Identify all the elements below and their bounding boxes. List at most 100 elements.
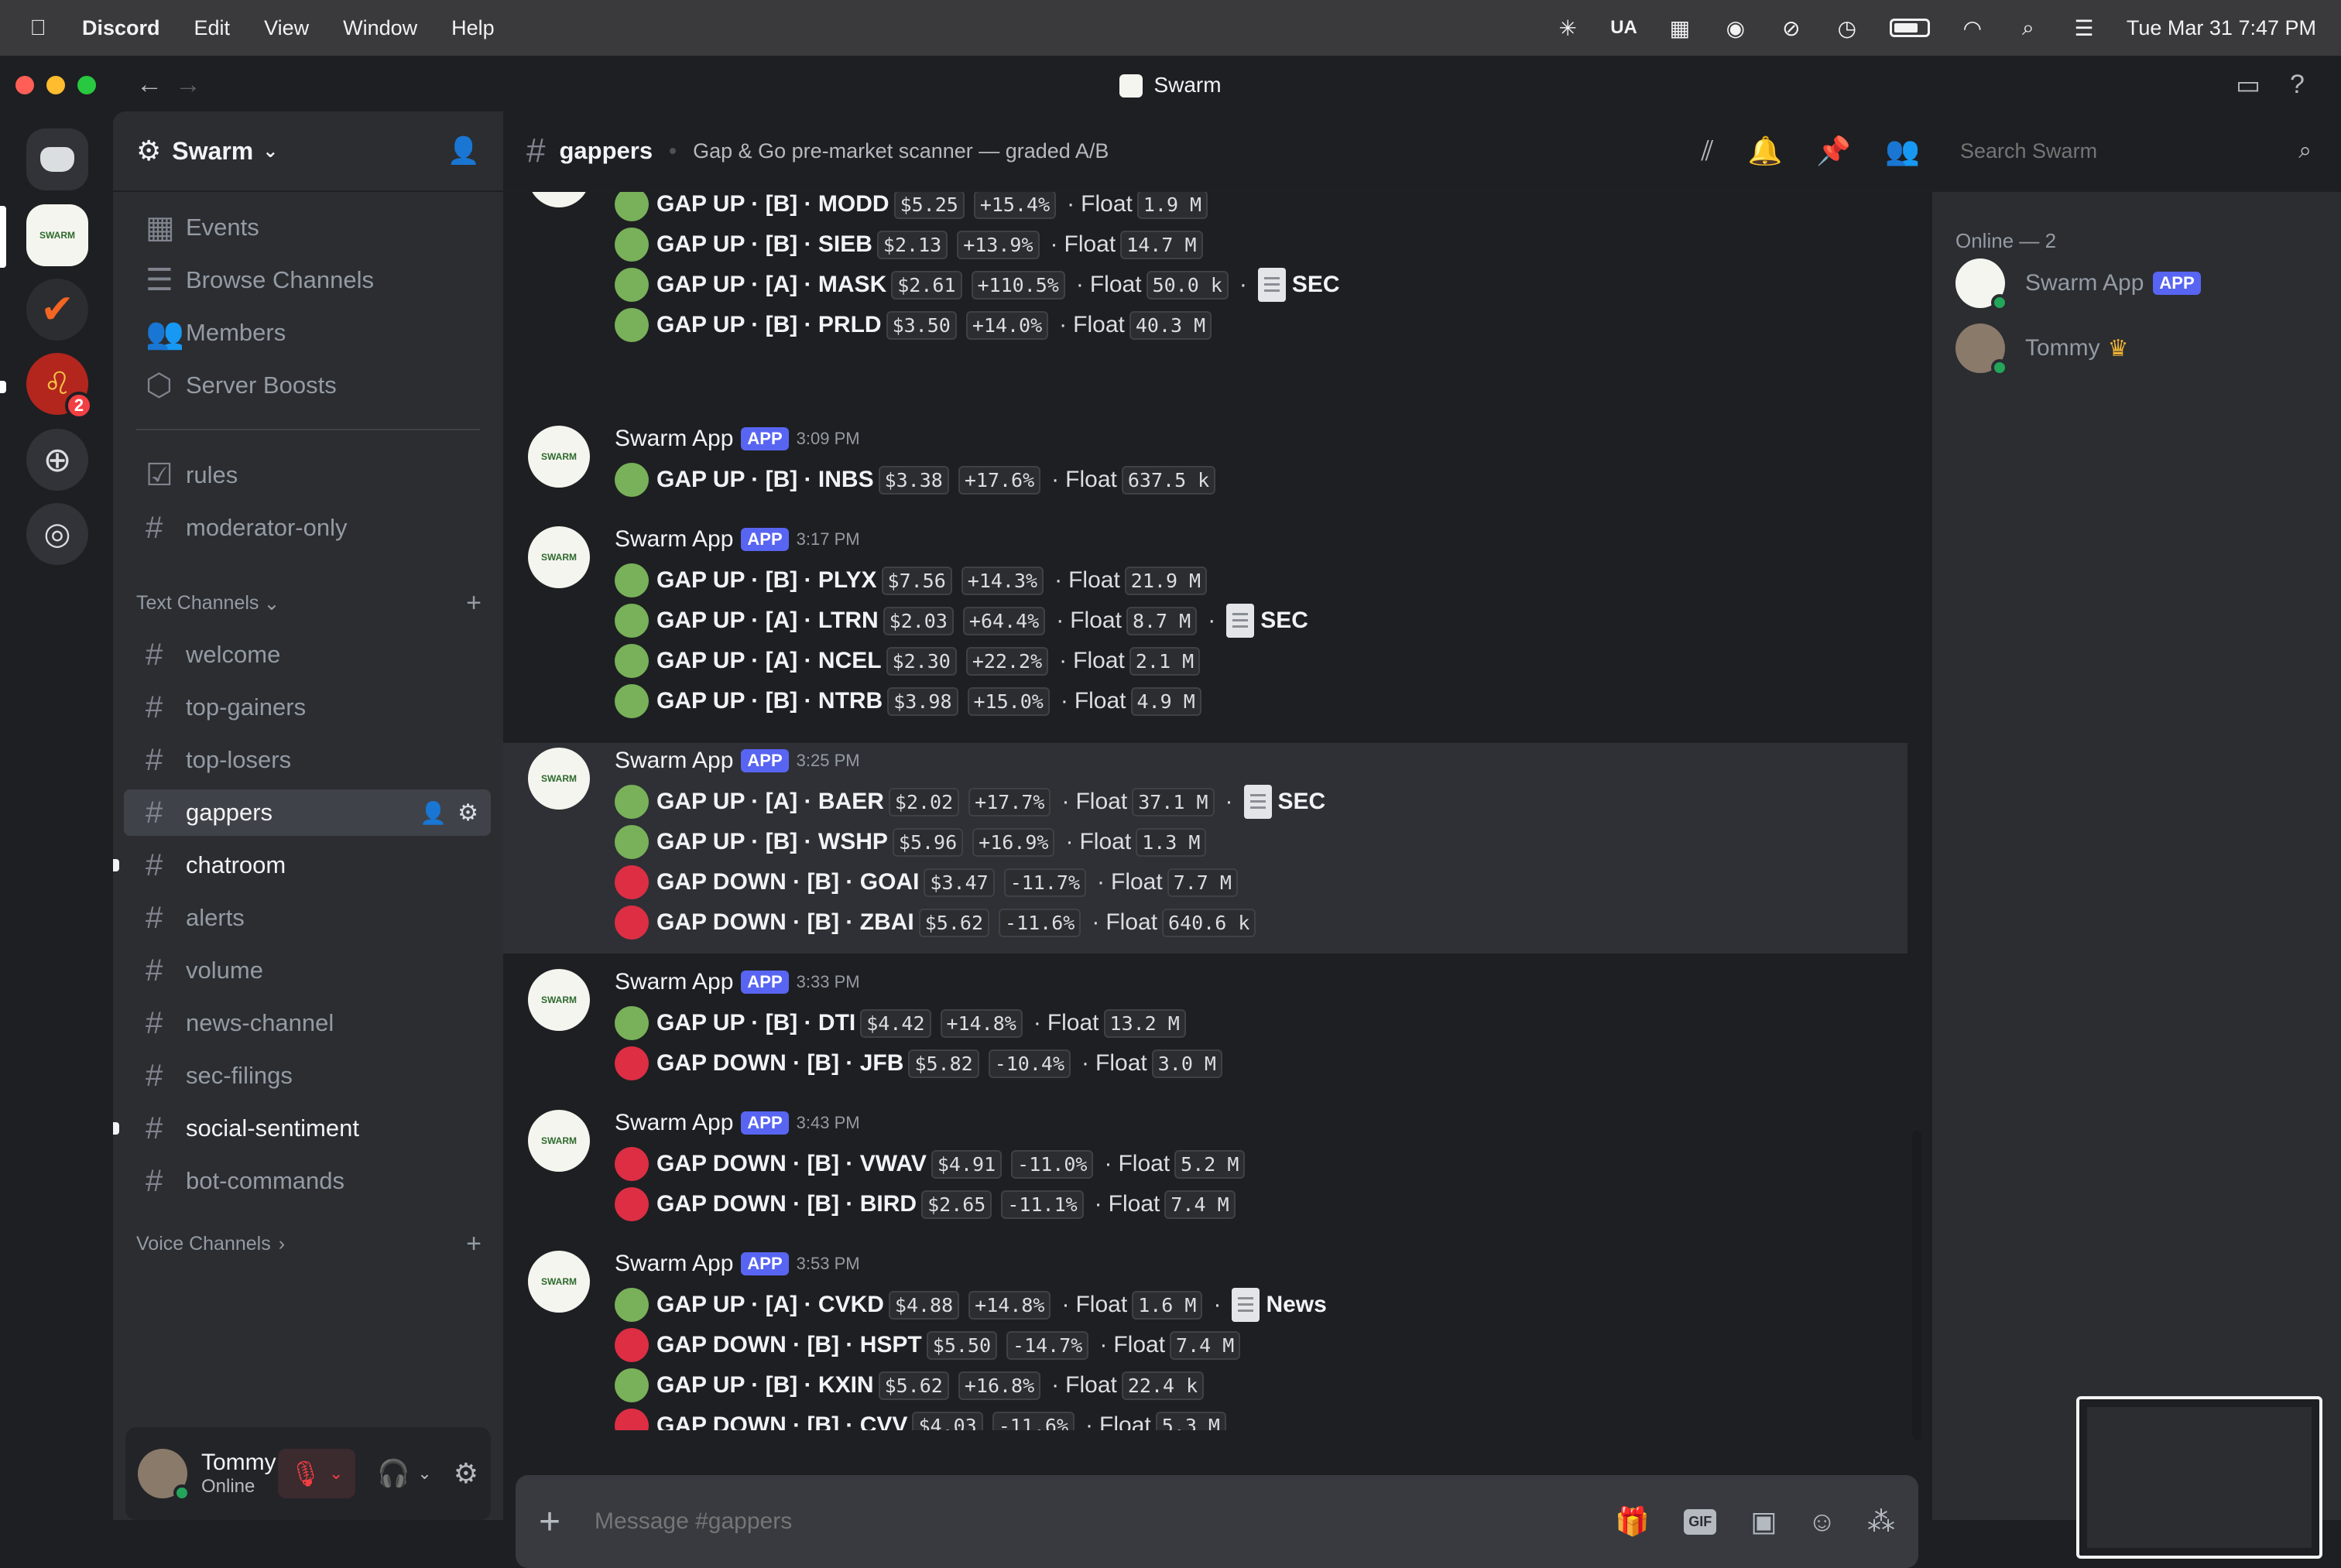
screenshot-thumbnail-preview[interactable] [2076,1396,2322,1559]
server-lion[interactable]: ♌ 2 [26,353,93,419]
channel-bot-commands[interactable]: # bot-commands [124,1158,491,1204]
timestamp[interactable]: 3:17 PM [797,529,860,549]
wifi-icon[interactable]: ◠ [1959,15,1986,41]
avatar[interactable] [138,1449,190,1501]
category-text-channels[interactable]: Text Channels ⌄ + [136,588,482,618]
app-status-icon[interactable]: ◉ [1722,15,1749,41]
battery-icon[interactable] [1889,19,1930,37]
author-name[interactable]: Swarm App [615,969,733,995]
apps-icon[interactable]: ⁂ [1867,1505,1895,1538]
channel-alerts[interactable]: # alerts [124,895,491,941]
sidebar-item-events[interactable]: ▦ Events [124,204,491,251]
message-group[interactable]: SWARM Swarm App APP 3:53 PM GAP UP · [A] · C… [503,1246,1907,1430]
author-name[interactable]: Swarm App [615,1251,733,1277]
channel-top-losers[interactable]: # top-losers [124,737,491,783]
channel-sec-filings[interactable]: # sec-filings [124,1053,491,1099]
member-tommy[interactable]: Tommy ♛ [1955,324,2129,376]
keyboard-layout-indicator[interactable]: UA [1610,17,1637,39]
search-bar[interactable]: ⌕ [1948,127,2324,175]
create-channel-plus-icon[interactable]: + [466,588,482,618]
member-list-toggle-icon[interactable]: 👥 [1885,135,1920,167]
search-input[interactable] [1960,139,2299,163]
filing-link[interactable]: SEC [1278,789,1326,815]
author-name[interactable]: Swarm App [615,748,733,774]
channel-volume[interactable]: # volume [124,947,491,994]
filing-link[interactable]: News [1266,1292,1326,1318]
sidebar-item-server-boosts[interactable]: ⬡ Server Boosts [124,362,491,409]
gif-icon[interactable]: GIF [1684,1508,1717,1535]
timestamp[interactable]: 3:53 PM [797,1254,860,1274]
time-machine-icon[interactable]: ◷ [1834,15,1860,41]
add-attachment-plus-icon[interactable]: + [539,1501,560,1543]
mute-toggle[interactable]: 🎙 ⌄ [277,1449,355,1498]
sidebar-item-browse-channels[interactable]: ☰ Browse Channels [124,257,491,303]
server-header[interactable]: ⚙ Swarm ⌄ 👤 [113,111,503,192]
channel-social-sentiment[interactable]: # social-sentiment [113,1105,491,1152]
headphones-icon[interactable]: 🎧 [377,1458,410,1489]
focus-icon[interactable]: ⊘ [1778,15,1805,41]
menu-edit[interactable]: Edit [194,16,231,40]
notification-bell-icon[interactable]: 🔔 [1748,135,1783,167]
control-center-icon[interactable]: ☰ [2071,15,2097,41]
avatar[interactable]: SWARM [528,1251,590,1313]
timestamp[interactable]: 3:43 PM [797,1113,860,1133]
discover-button[interactable]: ◎ [26,503,88,565]
user-settings-gear-icon[interactable]: ⚙ [454,1457,478,1490]
timestamp[interactable]: 3:33 PM [797,972,860,992]
message-group[interactable]: GAP UP · [B] · MODD $5.25 +15.4% · Float 1.9 … [503,192,1907,356]
sticker-icon[interactable]: ▣ [1750,1505,1777,1538]
message-group[interactable]: SWARM Swarm App APP 3:33 PM GAP UP · [B] · D… [503,964,1907,1094]
channel-settings-gear-icon[interactable]: ⚙ [458,799,478,827]
user-info[interactable]: Tommy Online [201,1450,276,1498]
author-name[interactable]: Swarm App [615,526,733,553]
menu-app-name[interactable]: Discord [82,16,160,40]
spotlight-search-icon[interactable]: ⌕ [2015,15,2041,41]
avatar[interactable]: SWARM [528,969,590,1031]
add-server-button[interactable]: ⊕ [26,429,88,491]
message-group[interactable]: SWARM Swarm App APP 3:09 PM GAP UP · [B] · I… [503,421,1907,511]
channel-chatroom[interactable]: # chatroom [113,842,491,888]
menu-window[interactable]: Window [343,16,417,40]
apple-icon[interactable]:  [25,15,51,41]
author-name[interactable]: Swarm App [615,1110,733,1136]
message-group[interactable]: SWARM Swarm App APP 3:43 PM GAP DOWN · [B] ·… [503,1105,1907,1235]
emoji-icon[interactable]: ☺ [1808,1505,1836,1538]
timestamp[interactable]: 3:25 PM [797,751,860,771]
message-group[interactable]: SWARM Swarm App APP 3:25 PM GAP UP · [A] · B… [503,743,1907,953]
menu-clock[interactable]: Tue Mar 31 7:47 PM [2127,16,2316,40]
member-swarm-app[interactable]: Swarm App APP [1955,258,2201,311]
sparkle-status-icon[interactable]: ✳ [1554,15,1581,41]
category-voice-channels[interactable]: Voice Channels › + [136,1229,482,1259]
avatar[interactable]: SWARM [528,748,590,810]
server-orange-logo[interactable]: ✔ [26,279,88,341]
channel-topic[interactable]: Gap & Go pre-market scanner — graded A/B [693,139,1109,163]
direct-messages-button[interactable] [26,128,88,190]
channel-rules[interactable]: ☑ rules [124,452,491,498]
channel-moderator-only[interactable]: # moderator-only [124,505,491,551]
avatar[interactable]: SWARM [528,1110,590,1172]
scrollbar[interactable] [1912,1131,1921,1440]
channel-news-channel[interactable]: # news-channel [124,1000,491,1046]
channel-gappers[interactable]: # gappers 👤 ⚙ [124,789,491,836]
timestamp[interactable]: 3:09 PM [797,429,860,449]
avatar[interactable]: SWARM [528,526,590,588]
author-name[interactable]: Swarm App [615,426,733,452]
search-icon[interactable]: ⌕ [2298,138,2312,164]
menu-view[interactable]: View [264,16,309,40]
pin-icon[interactable]: 📌 [1816,135,1851,167]
create-invite-icon[interactable]: 👤 [420,800,447,826]
create-voice-plus-icon[interactable]: + [466,1229,482,1259]
gift-icon[interactable]: 🎁 [1615,1505,1650,1538]
filing-link[interactable]: SEC [1292,272,1340,298]
message-input[interactable] [595,1508,1592,1535]
channel-welcome[interactable]: # welcome [124,632,491,678]
invite-people-icon[interactable]: 👤 [447,135,480,166]
cast-icon[interactable]: ▦ [1667,15,1693,41]
avatar[interactable]: SWARM [528,426,590,488]
inbox-icon[interactable]: ▭ [2236,70,2260,101]
avatar[interactable] [528,192,590,207]
menu-help[interactable]: Help [451,16,495,40]
help-icon[interactable]: ? [2290,70,2305,100]
channel-top-gainers[interactable]: # top-gainers [124,684,491,731]
sidebar-item-members[interactable]: 👥 Members [124,310,491,356]
